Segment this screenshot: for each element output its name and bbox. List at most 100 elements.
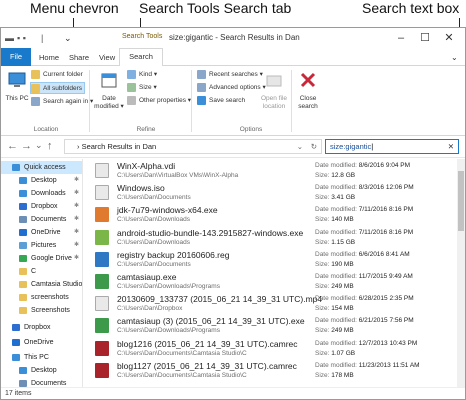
this-pc-button[interactable]: This PC xyxy=(5,70,29,103)
recent-locations-button[interactable]: ⌄ xyxy=(35,140,43,151)
save-search-label: Save search xyxy=(209,97,246,104)
size-button[interactable]: Size ▾ xyxy=(127,82,157,94)
scrollbar-thumb[interactable] xyxy=(458,171,464,231)
other-properties-button[interactable]: Other properties ▾ xyxy=(127,95,191,107)
file-row[interactable]: blog1216 (2015_06_21 14_39_31 UTC).camre… xyxy=(85,338,457,359)
open-file-location-icon xyxy=(266,75,282,87)
nav-item[interactable]: Dropbox xyxy=(1,321,82,334)
file-row[interactable]: 20130609_133737 (2015_06_21 14_39_31 UTC… xyxy=(85,293,457,314)
tab-home[interactable]: Home xyxy=(33,50,65,66)
vertical-scrollbar[interactable] xyxy=(457,159,465,387)
refine-group-label: Refine xyxy=(136,126,156,133)
nav-item[interactable]: Camtasia Studio xyxy=(1,278,82,291)
advanced-options-icon xyxy=(197,82,206,92)
registry-icon xyxy=(95,251,109,267)
address-dropdown-button[interactable]: ⌄ xyxy=(297,140,303,153)
date-modified-label: Date modified: xyxy=(315,273,357,280)
menu-chevron-icon[interactable]: ⌄ xyxy=(64,33,72,44)
open-file-location-button[interactable]: Open file location xyxy=(259,70,289,111)
address-box[interactable]: › Search Results in Dan ⌄ ↻ xyxy=(64,139,322,154)
file-row[interactable]: camtasiaup (3) (2015_06_21 14_39_31 UTC)… xyxy=(85,315,457,336)
nav-item[interactable]: screenshots xyxy=(1,291,82,304)
quick-access-toolbar[interactable]: ▪ ▪ xyxy=(17,33,26,43)
open-file-location-label: Open file location xyxy=(260,95,288,110)
nav-item[interactable]: Pictures ✱ xyxy=(1,239,82,252)
search-again-in-button[interactable]: Search again in ▾ xyxy=(31,96,93,108)
camtasia-icon xyxy=(95,274,109,289)
size-label: Size ▾ xyxy=(139,84,157,91)
file-modified: Date modified: 11/7/2015 9:49 AM xyxy=(315,273,413,280)
size-value: 1.07 GB xyxy=(331,349,356,357)
nav-item[interactable]: Quick access xyxy=(1,161,82,174)
nav-item-label: Documents xyxy=(31,216,67,223)
size-value: 12.8 GB xyxy=(331,172,356,179)
nav-item-label: Dropbox xyxy=(31,203,58,210)
current-folder-button[interactable]: Current folder xyxy=(31,69,83,81)
file-name: blog1127 (2015_06_21 14_39_31 UTC).camre… xyxy=(117,360,297,371)
tab-file[interactable]: File xyxy=(1,48,31,66)
file-icon xyxy=(95,296,109,312)
this-pc-label: This PC xyxy=(5,95,29,102)
file-row[interactable]: WinX-Alpha.vdi C:\Users\Dan\VirtualBox VM… xyxy=(85,160,457,181)
ribbon-separator xyxy=(89,70,90,132)
nav-item[interactable]: Downloads ✱ xyxy=(1,187,82,200)
file-row[interactable]: camtasiaup.exe C:\Users\Dan\Downloads\Pro… xyxy=(85,271,457,292)
dropbox-icon xyxy=(19,203,27,210)
tab-search[interactable]: Search xyxy=(119,48,163,66)
size-label: Size: xyxy=(315,305,330,313)
refresh-button[interactable]: ↻ xyxy=(311,140,317,153)
file-icon xyxy=(95,185,109,201)
nav-item[interactable]: Google Drive ✱ xyxy=(1,252,82,265)
desktop-icon xyxy=(19,367,27,374)
file-row[interactable]: jdk-7u79-windows-x64.exe C:\Users\Dan\Dow… xyxy=(85,204,457,225)
address-bar-row: ← → ⌄ ↑ › Search Results in Dan ⌄ ↻ size… xyxy=(1,136,465,158)
clear-search-button[interactable]: ✕ xyxy=(448,140,454,153)
pictures-icon xyxy=(19,242,27,249)
file-size: Size: 154 MB xyxy=(315,305,354,312)
search-tools-tab-callout: Search Tools Search tab xyxy=(139,0,292,16)
date-modified-button[interactable]: Date modified ▾ xyxy=(93,70,125,111)
file-row[interactable]: android-studio-bundle-143.2915827-window… xyxy=(85,227,457,248)
date-modified-label: Date modified: xyxy=(315,184,357,192)
all-subfolders-button[interactable]: All subfolders xyxy=(30,82,86,94)
forward-button[interactable]: → xyxy=(21,140,32,152)
file-row[interactable]: Windows.iso C:\Users\Dan\Documents Date mo… xyxy=(85,182,457,203)
nav-item[interactable]: Desktop xyxy=(1,364,82,377)
file-row[interactable]: blog1127 (2015_06_21 14_39_31 UTC).camre… xyxy=(85,360,457,381)
nav-item[interactable]: Dropbox ✱ xyxy=(1,200,82,213)
advanced-options-button[interactable]: Advanced options ▾ xyxy=(197,82,266,94)
close-button[interactable]: ✕ xyxy=(437,30,461,46)
nav-item[interactable]: Desktop ✱ xyxy=(1,174,82,187)
recent-searches-button[interactable]: Recent searches ▾ xyxy=(197,69,263,81)
maximize-button[interactable]: ☐ xyxy=(413,30,437,46)
save-search-icon xyxy=(197,95,206,105)
folder-icon xyxy=(19,307,27,314)
nav-item[interactable]: OneDrive xyxy=(1,336,82,349)
kind-button[interactable]: Kind ▾ xyxy=(127,69,157,81)
close-search-button[interactable]: Close search xyxy=(295,70,321,111)
file-icon xyxy=(95,163,109,178)
nav-item[interactable]: C xyxy=(1,265,82,278)
file-path: C:\Users\Dan\Downloads\Programs xyxy=(117,327,220,335)
nav-item[interactable]: This PC xyxy=(1,351,82,364)
ribbon-collapse-icon[interactable]: ⌄ xyxy=(445,50,464,66)
search-text-box[interactable]: size:gigantic| ✕ xyxy=(325,139,459,154)
size-value: 140 MB xyxy=(331,216,354,224)
nav-item[interactable]: OneDrive ✱ xyxy=(1,226,82,239)
file-name: android-studio-bundle-143.2915827-window… xyxy=(117,227,304,238)
tab-share[interactable]: Share xyxy=(63,50,95,66)
nav-item[interactable]: Documents ✱ xyxy=(1,213,82,226)
nav-item[interactable]: Documents xyxy=(1,377,82,387)
minimize-button[interactable]: – xyxy=(389,30,413,46)
file-modified: Date modified: 6/21/2015 7:56 PM xyxy=(315,317,414,324)
tab-view[interactable]: View xyxy=(93,50,121,66)
nav-item-label: Screenshots xyxy=(31,307,70,314)
quick-access-pipe-icon: | xyxy=(41,33,44,43)
file-size: Size: 249 MB xyxy=(315,283,354,290)
up-button[interactable]: ↑ xyxy=(47,140,53,152)
save-search-button[interactable]: Save search xyxy=(197,95,245,107)
back-button[interactable]: ← xyxy=(7,140,18,152)
nav-item[interactable]: Screenshots xyxy=(1,304,82,317)
file-row[interactable]: registry backup 20160606.reg C:\Users\Dan… xyxy=(85,249,457,270)
options-group-label: Options xyxy=(239,126,263,133)
